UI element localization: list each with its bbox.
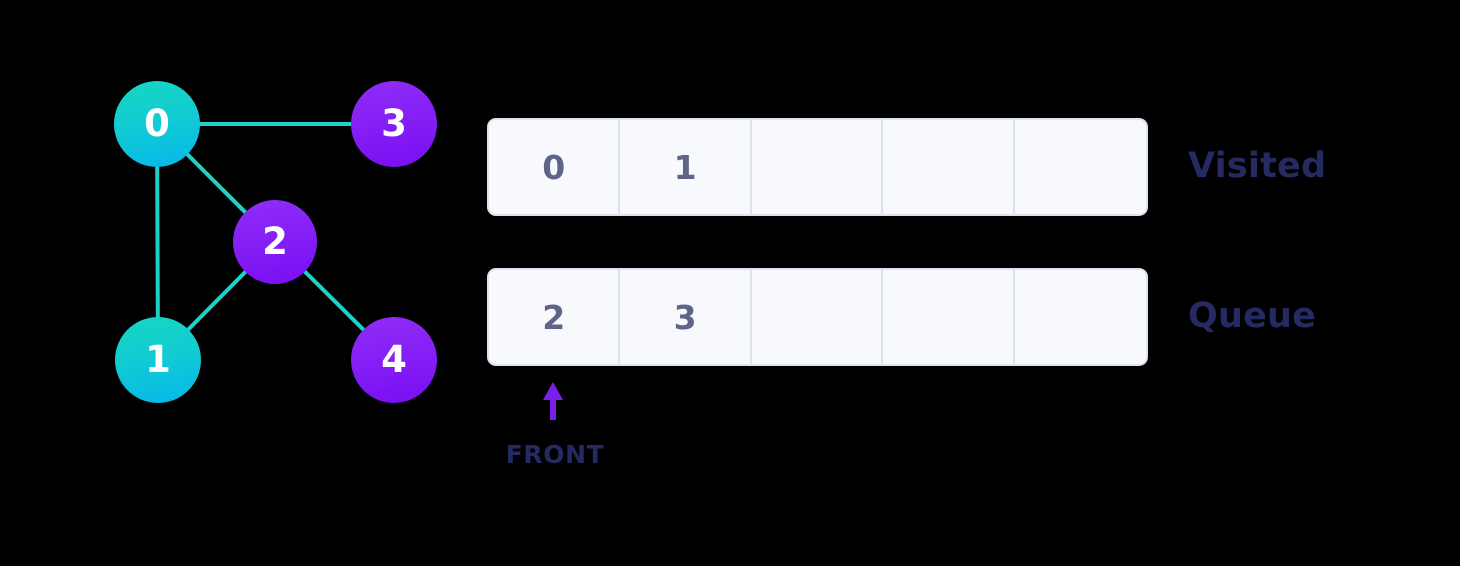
visited-array: 0 1 xyxy=(487,118,1148,216)
queue-cell-0[interactable]: 2 xyxy=(489,270,621,364)
visited-array-label: Visited xyxy=(1188,146,1327,186)
front-pointer-label: FRONT xyxy=(505,440,605,469)
graph-node-3[interactable]: 3 xyxy=(351,81,437,167)
front-pointer: FRONT xyxy=(505,378,605,483)
visited-cell-1[interactable]: 1 xyxy=(620,120,752,214)
graph-node-4[interactable]: 4 xyxy=(351,317,437,403)
graph-node-4-label: 4 xyxy=(381,337,407,381)
front-arrow-icon xyxy=(543,382,563,420)
queue-cell-3[interactable] xyxy=(883,270,1015,364)
queue-array-label: Queue xyxy=(1188,296,1317,336)
visited-cell-0[interactable]: 0 xyxy=(489,120,621,214)
visited-cell-3[interactable] xyxy=(883,120,1015,214)
queue-cell-2[interactable] xyxy=(751,270,884,364)
graph-node-3-label: 3 xyxy=(381,101,407,145)
queue-array: 2 3 xyxy=(487,268,1148,366)
graph-node-1[interactable]: 1 xyxy=(115,317,201,403)
visited-cell-2[interactable] xyxy=(751,120,884,214)
graph-node-0[interactable]: 0 xyxy=(114,81,200,167)
graph-node-2[interactable]: 2 xyxy=(233,200,317,284)
graph-node-2-label: 2 xyxy=(262,219,288,263)
visited-cell-4[interactable] xyxy=(1014,120,1146,214)
graph-node-0-label: 0 xyxy=(144,101,170,145)
queue-cell-1[interactable]: 3 xyxy=(620,270,752,364)
graph-panel: 0 1 2 3 4 xyxy=(0,0,470,566)
queue-cell-4[interactable] xyxy=(1014,270,1146,364)
graph-node-1-label: 1 xyxy=(145,337,171,381)
diagram-canvas: 0 1 2 3 4 0 1 Visited 2 3 Queue FRONT xyxy=(0,0,1460,566)
